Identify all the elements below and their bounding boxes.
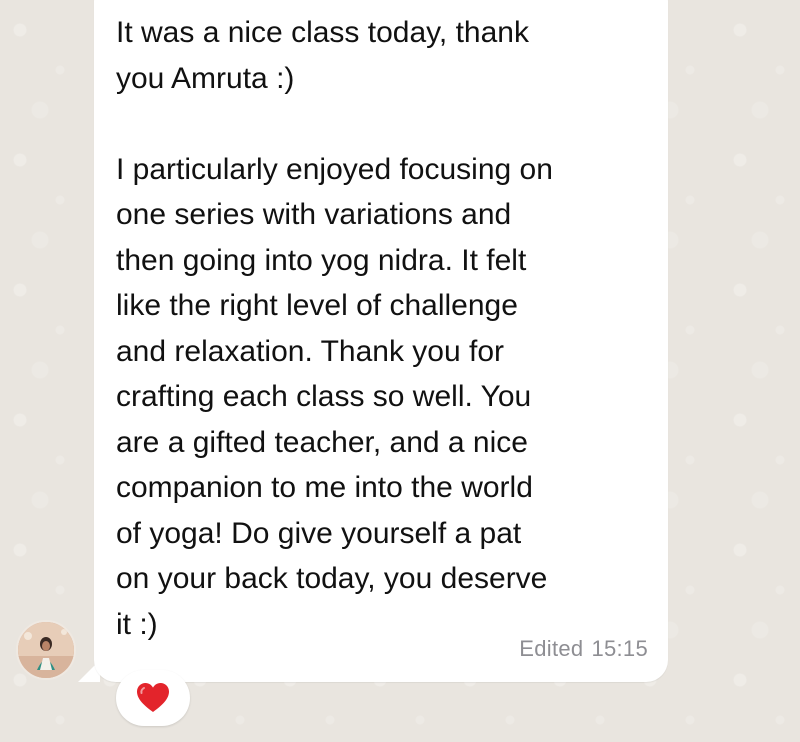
chat-area: It was a nice class today, thank you Amr…: [0, 0, 800, 742]
message-bubble[interactable]: It was a nice class today, thank you Amr…: [94, 0, 668, 682]
message-meta: Edited 15:15: [519, 636, 648, 662]
avatar[interactable]: [16, 620, 76, 680]
edited-label: Edited: [519, 636, 584, 661]
message-time: 15:15: [591, 636, 648, 661]
heart-icon: [137, 683, 169, 712]
reaction-badge[interactable]: [116, 670, 190, 726]
message-text: It was a nice class today, thank you Amr…: [116, 16, 553, 641]
avatar-photo: [18, 622, 74, 678]
